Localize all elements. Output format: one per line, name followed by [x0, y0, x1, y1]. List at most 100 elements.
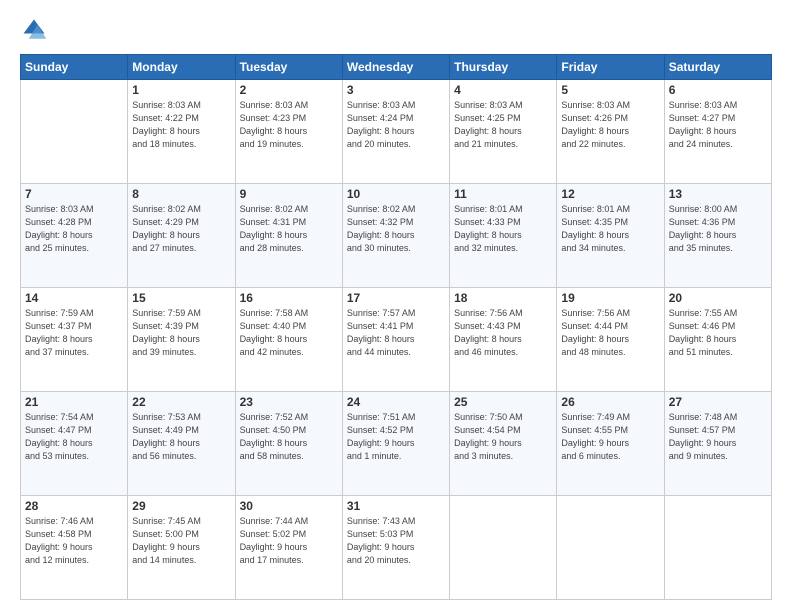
day-number: 25 — [454, 395, 552, 409]
calendar-cell: 12 Sunrise: 8:01 AM Sunset: 4:35 PM Dayli… — [557, 184, 664, 288]
day-number: 9 — [240, 187, 338, 201]
calendar-cell: 31 Sunrise: 7:43 AM Sunset: 5:03 PM Dayli… — [342, 496, 449, 600]
day-info: Sunrise: 8:00 AM Sunset: 4:36 PM Dayligh… — [669, 203, 767, 255]
calendar-cell: 2Sunrise: 8:03 AM Sunset: 4:23 PM Daylig… — [235, 80, 342, 184]
calendar-week-row: 7Sunrise: 8:03 AM Sunset: 4:28 PM Daylig… — [21, 184, 772, 288]
day-number: 18 — [454, 291, 552, 305]
calendar-table: SundayMondayTuesdayWednesdayThursdayFrid… — [20, 54, 772, 600]
day-info: Sunrise: 8:01 AM Sunset: 4:35 PM Dayligh… — [561, 203, 659, 255]
calendar-cell: 27 Sunrise: 7:48 AM Sunset: 4:57 PM Dayli… — [664, 392, 771, 496]
day-info: Sunrise: 8:03 AM Sunset: 4:24 PM Dayligh… — [347, 99, 445, 151]
calendar-day-header: Monday — [128, 55, 235, 80]
day-number: 29 — [132, 499, 230, 513]
calendar-header-row: SundayMondayTuesdayWednesdayThursdayFrid… — [21, 55, 772, 80]
day-number: 1 — [132, 83, 230, 97]
calendar-cell: 17 Sunrise: 7:57 AM Sunset: 4:41 PM Dayli… — [342, 288, 449, 392]
day-number: 7 — [25, 187, 123, 201]
day-info: Sunrise: 7:49 AM Sunset: 4:55 PM Dayligh… — [561, 411, 659, 463]
day-info: Sunrise: 7:54 AM Sunset: 4:47 PM Dayligh… — [25, 411, 123, 463]
calendar-cell — [21, 80, 128, 184]
day-number: 14 — [25, 291, 123, 305]
calendar-cell: 29 Sunrise: 7:45 AM Sunset: 5:00 PM Dayli… — [128, 496, 235, 600]
day-info: Sunrise: 7:59 AM Sunset: 4:37 PM Dayligh… — [25, 307, 123, 359]
calendar-cell: 25 Sunrise: 7:50 AM Sunset: 4:54 PM Dayli… — [450, 392, 557, 496]
day-info: Sunrise: 7:46 AM Sunset: 4:58 PM Dayligh… — [25, 515, 123, 567]
calendar-day-header: Saturday — [664, 55, 771, 80]
day-number: 8 — [132, 187, 230, 201]
day-info: Sunrise: 8:02 AM Sunset: 4:31 PM Dayligh… — [240, 203, 338, 255]
day-number: 11 — [454, 187, 552, 201]
calendar-cell: 19Sunrise: 7:56 AM Sunset: 4:44 PM Dayli… — [557, 288, 664, 392]
calendar-cell: 11 Sunrise: 8:01 AM Sunset: 4:33 PM Dayli… — [450, 184, 557, 288]
calendar-week-row: 1 Sunrise: 8:03 AM Sunset: 4:22 PM Daylig… — [21, 80, 772, 184]
calendar-cell: 10 Sunrise: 8:02 AM Sunset: 4:32 PM Dayli… — [342, 184, 449, 288]
logo-icon — [20, 16, 48, 44]
day-info: Sunrise: 8:02 AM Sunset: 4:32 PM Dayligh… — [347, 203, 445, 255]
day-number: 30 — [240, 499, 338, 513]
calendar-day-header: Wednesday — [342, 55, 449, 80]
calendar-day-header: Tuesday — [235, 55, 342, 80]
calendar-cell: 9 Sunrise: 8:02 AM Sunset: 4:31 PM Daylig… — [235, 184, 342, 288]
day-number: 17 — [347, 291, 445, 305]
day-info: Sunrise: 7:44 AM Sunset: 5:02 PM Dayligh… — [240, 515, 338, 567]
calendar-cell — [664, 496, 771, 600]
day-info: Sunrise: 7:48 AM Sunset: 4:57 PM Dayligh… — [669, 411, 767, 463]
calendar-cell: 23Sunrise: 7:52 AM Sunset: 4:50 PM Dayli… — [235, 392, 342, 496]
day-number: 12 — [561, 187, 659, 201]
day-info: Sunrise: 7:53 AM Sunset: 4:49 PM Dayligh… — [132, 411, 230, 463]
calendar-cell: 6 Sunrise: 8:03 AM Sunset: 4:27 PM Daylig… — [664, 80, 771, 184]
calendar-cell: 22 Sunrise: 7:53 AM Sunset: 4:49 PM Dayli… — [128, 392, 235, 496]
day-info: Sunrise: 8:03 AM Sunset: 4:27 PM Dayligh… — [669, 99, 767, 151]
calendar-cell: 21 Sunrise: 7:54 AM Sunset: 4:47 PM Dayli… — [21, 392, 128, 496]
calendar-cell: 28 Sunrise: 7:46 AM Sunset: 4:58 PM Dayli… — [21, 496, 128, 600]
day-info: Sunrise: 8:02 AM Sunset: 4:29 PM Dayligh… — [132, 203, 230, 255]
calendar-day-header: Friday — [557, 55, 664, 80]
calendar-cell: 26 Sunrise: 7:49 AM Sunset: 4:55 PM Dayli… — [557, 392, 664, 496]
day-number: 28 — [25, 499, 123, 513]
day-number: 21 — [25, 395, 123, 409]
day-number: 22 — [132, 395, 230, 409]
day-number: 24 — [347, 395, 445, 409]
day-number: 31 — [347, 499, 445, 513]
calendar-cell: 13 Sunrise: 8:00 AM Sunset: 4:36 PM Dayli… — [664, 184, 771, 288]
calendar-cell: 5Sunrise: 8:03 AM Sunset: 4:26 PM Daylig… — [557, 80, 664, 184]
day-info: Sunrise: 7:43 AM Sunset: 5:03 PM Dayligh… — [347, 515, 445, 567]
day-number: 13 — [669, 187, 767, 201]
day-number: 27 — [669, 395, 767, 409]
day-number: 20 — [669, 291, 767, 305]
calendar-day-header: Thursday — [450, 55, 557, 80]
calendar-cell: 30 Sunrise: 7:44 AM Sunset: 5:02 PM Dayli… — [235, 496, 342, 600]
calendar-week-row: 21 Sunrise: 7:54 AM Sunset: 4:47 PM Dayli… — [21, 392, 772, 496]
calendar-cell: 4 Sunrise: 8:03 AM Sunset: 4:25 PM Daylig… — [450, 80, 557, 184]
day-number: 10 — [347, 187, 445, 201]
day-info: Sunrise: 8:03 AM Sunset: 4:26 PM Dayligh… — [561, 99, 659, 151]
day-number: 2 — [240, 83, 338, 97]
day-number: 26 — [561, 395, 659, 409]
day-info: Sunrise: 7:45 AM Sunset: 5:00 PM Dayligh… — [132, 515, 230, 567]
logo — [20, 16, 54, 44]
page: SundayMondayTuesdayWednesdayThursdayFrid… — [0, 0, 792, 612]
calendar-cell — [450, 496, 557, 600]
day-info: Sunrise: 8:03 AM Sunset: 4:22 PM Dayligh… — [132, 99, 230, 151]
day-info: Sunrise: 7:56 AM Sunset: 4:44 PM Dayligh… — [561, 307, 659, 359]
day-number: 16 — [240, 291, 338, 305]
day-info: Sunrise: 8:03 AM Sunset: 4:25 PM Dayligh… — [454, 99, 552, 151]
header — [20, 16, 772, 44]
calendar-cell: 1 Sunrise: 8:03 AM Sunset: 4:22 PM Daylig… — [128, 80, 235, 184]
calendar-cell: 15Sunrise: 7:59 AM Sunset: 4:39 PM Dayli… — [128, 288, 235, 392]
day-number: 6 — [669, 83, 767, 97]
day-info: Sunrise: 7:56 AM Sunset: 4:43 PM Dayligh… — [454, 307, 552, 359]
calendar-cell: 18 Sunrise: 7:56 AM Sunset: 4:43 PM Dayli… — [450, 288, 557, 392]
day-number: 4 — [454, 83, 552, 97]
calendar-cell: 24 Sunrise: 7:51 AM Sunset: 4:52 PM Dayli… — [342, 392, 449, 496]
calendar-cell: 7Sunrise: 8:03 AM Sunset: 4:28 PM Daylig… — [21, 184, 128, 288]
day-info: Sunrise: 7:51 AM Sunset: 4:52 PM Dayligh… — [347, 411, 445, 463]
calendar-cell: 16 Sunrise: 7:58 AM Sunset: 4:40 PM Dayli… — [235, 288, 342, 392]
calendar-week-row: 28 Sunrise: 7:46 AM Sunset: 4:58 PM Dayli… — [21, 496, 772, 600]
day-info: Sunrise: 7:57 AM Sunset: 4:41 PM Dayligh… — [347, 307, 445, 359]
day-info: Sunrise: 8:01 AM Sunset: 4:33 PM Dayligh… — [454, 203, 552, 255]
day-info: Sunrise: 7:59 AM Sunset: 4:39 PM Dayligh… — [132, 307, 230, 359]
day-info: Sunrise: 7:50 AM Sunset: 4:54 PM Dayligh… — [454, 411, 552, 463]
day-info: Sunrise: 7:58 AM Sunset: 4:40 PM Dayligh… — [240, 307, 338, 359]
day-info: Sunrise: 7:52 AM Sunset: 4:50 PM Dayligh… — [240, 411, 338, 463]
